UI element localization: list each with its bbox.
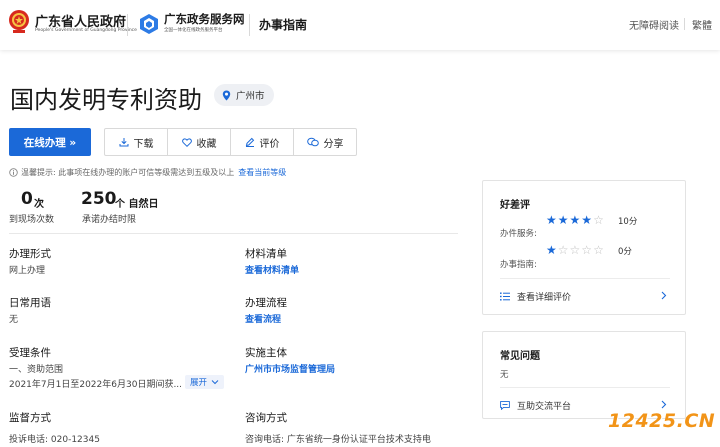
- star-empty-icon: ☆: [569, 243, 581, 257]
- days-label: 承诺办结时限: [82, 215, 137, 225]
- visits-unit: 次: [34, 199, 44, 210]
- service-title[interactable]: 广东政务服务网: [164, 11, 245, 27]
- watermark-suffix: CN: [684, 410, 716, 432]
- guide-rating-score: 0分: [618, 247, 632, 257]
- visits-count: 0: [21, 189, 33, 209]
- rate-button[interactable]: 评价: [231, 129, 294, 155]
- mode-label: 办理形式: [9, 248, 51, 260]
- traditional-chinese-link[interactable]: 繁體: [692, 17, 712, 32]
- national-emblem-icon: [9, 10, 29, 33]
- supervise-label: 监督方式: [9, 412, 51, 424]
- tip-text: 温馨提示: 此事项在线办理的账户可信等级需达到五级及以上: [21, 168, 235, 177]
- card-divider: [500, 387, 670, 388]
- common-label: 日常用语: [9, 297, 51, 309]
- supervise-value: 投诉电话: 020-12345: [9, 435, 100, 445]
- process-link[interactable]: 查看流程: [245, 312, 281, 325]
- rating-card: 好差评 办件服务: ★ ★ ★ ★ ☆ 10分 办事指南: ★ ☆ ☆ ☆ ☆ 0分 查看详细评…: [482, 180, 686, 315]
- faq-card-title: 常见问题: [500, 351, 540, 362]
- rating-card-title: 好差评: [500, 200, 530, 211]
- gov-subtitle: People's Government of Guangdong Provinc…: [35, 28, 137, 33]
- online-apply-button[interactable]: 在线办理 »: [9, 128, 91, 156]
- list-icon: [500, 292, 510, 301]
- conditions-line1: 一、资助范围: [9, 365, 64, 375]
- edit-icon: [245, 137, 254, 147]
- card-divider: [500, 278, 670, 279]
- share-button[interactable]: 分享: [294, 129, 356, 155]
- level-tip: 温馨提示: 此事项在线办理的账户可信等级需达到五级及以上 查看当前等级: [9, 167, 286, 178]
- view-detail-rating-label: 查看详细评价: [517, 293, 572, 303]
- star-filled-icon: ★: [546, 213, 557, 227]
- info-icon: [9, 168, 18, 177]
- star-filled-icon: ★: [557, 213, 569, 227]
- mutual-help-platform-label: 互助交流平台: [517, 402, 572, 412]
- materials-label: 材料清单: [245, 248, 287, 260]
- share-icon: [306, 137, 319, 147]
- service-subtitle: 全国一体化在线政务服务平台: [164, 28, 223, 33]
- materials-link[interactable]: 查看材料清单: [245, 263, 299, 276]
- header-divider: [249, 14, 250, 36]
- common-value: 无: [9, 315, 19, 325]
- guide-rating-label: 办事指南:: [500, 260, 537, 270]
- share-label: 分享: [323, 138, 344, 150]
- days-count: 250: [81, 189, 117, 209]
- rate-label: 评价: [259, 138, 280, 150]
- star-empty-icon: ☆: [557, 243, 569, 257]
- section-title: 办事指南: [259, 18, 308, 32]
- process-label: 办理流程: [245, 297, 287, 309]
- favorite-label: 收藏: [196, 138, 217, 150]
- star-filled-icon: ★: [569, 213, 581, 227]
- mode-value: 网上办理: [9, 266, 46, 276]
- mutual-help-platform-link[interactable]: 互助交流平台: [500, 399, 571, 412]
- chevron-right-icon[interactable]: [661, 400, 667, 409]
- location-pin-icon: [222, 90, 231, 100]
- top-header: 广东省人民政府 People's Government of Guangdong…: [0, 0, 720, 50]
- chevron-right-icon[interactable]: [661, 291, 667, 300]
- guide-star-rating: ★ ☆ ☆ ☆ ☆: [546, 244, 612, 256]
- location-badge[interactable]: 广州市: [214, 84, 274, 106]
- consult-value: 咨询电话: 广东省统一身份认证平台技术支持电: [245, 435, 431, 445]
- service-logo-icon: [140, 14, 158, 34]
- conditions-line2: 2021年7月1日至2022年6月30日期间获...: [9, 380, 183, 390]
- faq-content: 无: [500, 370, 509, 380]
- expand-button[interactable]: 展开: [185, 375, 225, 389]
- accessibility-link[interactable]: 无障碍阅读: [629, 17, 679, 32]
- site-watermark: 12425.CN: [608, 410, 715, 432]
- section-divider: [9, 233, 458, 234]
- star-filled-icon: ★: [581, 213, 593, 227]
- location-label: 广州市: [236, 91, 265, 102]
- visits-label: 到现场次数: [9, 215, 55, 225]
- action-button-group: 下载 收藏 评价 分享: [104, 128, 357, 156]
- chevron-down-icon: [211, 380, 219, 385]
- conditions-label: 受理条件: [9, 347, 51, 359]
- days-unit: 个 自然日: [115, 199, 159, 210]
- chat-icon: [500, 401, 510, 410]
- expand-label: 展开: [190, 378, 208, 388]
- subject-link[interactable]: 广州市市场监督管理局: [245, 362, 335, 375]
- view-detail-rating-link[interactable]: 查看详细评价: [500, 290, 571, 303]
- service-rating-label: 办件服务:: [500, 229, 537, 239]
- service-star-rating: ★ ★ ★ ★ ☆: [546, 214, 612, 226]
- view-level-link[interactable]: 查看当前等级: [238, 167, 286, 178]
- star-filled-icon: ★: [546, 243, 557, 257]
- star-empty-icon: ☆: [593, 213, 604, 227]
- header-divider: [127, 14, 128, 36]
- subject-label: 实施主体: [245, 347, 287, 359]
- page-title: 国内发明专利资助: [10, 86, 202, 114]
- consult-label: 咨询方式: [245, 412, 287, 424]
- faq-card: 常见问题 无 互助交流平台: [482, 331, 686, 419]
- service-rating-score: 10分: [618, 217, 638, 227]
- download-label: 下载: [133, 138, 154, 150]
- heart-icon: [181, 137, 192, 147]
- star-empty-icon: ☆: [593, 243, 604, 257]
- download-icon: [119, 138, 128, 147]
- favorite-button[interactable]: 收藏: [168, 129, 231, 155]
- download-button[interactable]: 下载: [105, 129, 168, 155]
- star-empty-icon: ☆: [581, 243, 593, 257]
- watermark-digits: 12425.: [608, 410, 685, 432]
- header-divider: [684, 18, 685, 30]
